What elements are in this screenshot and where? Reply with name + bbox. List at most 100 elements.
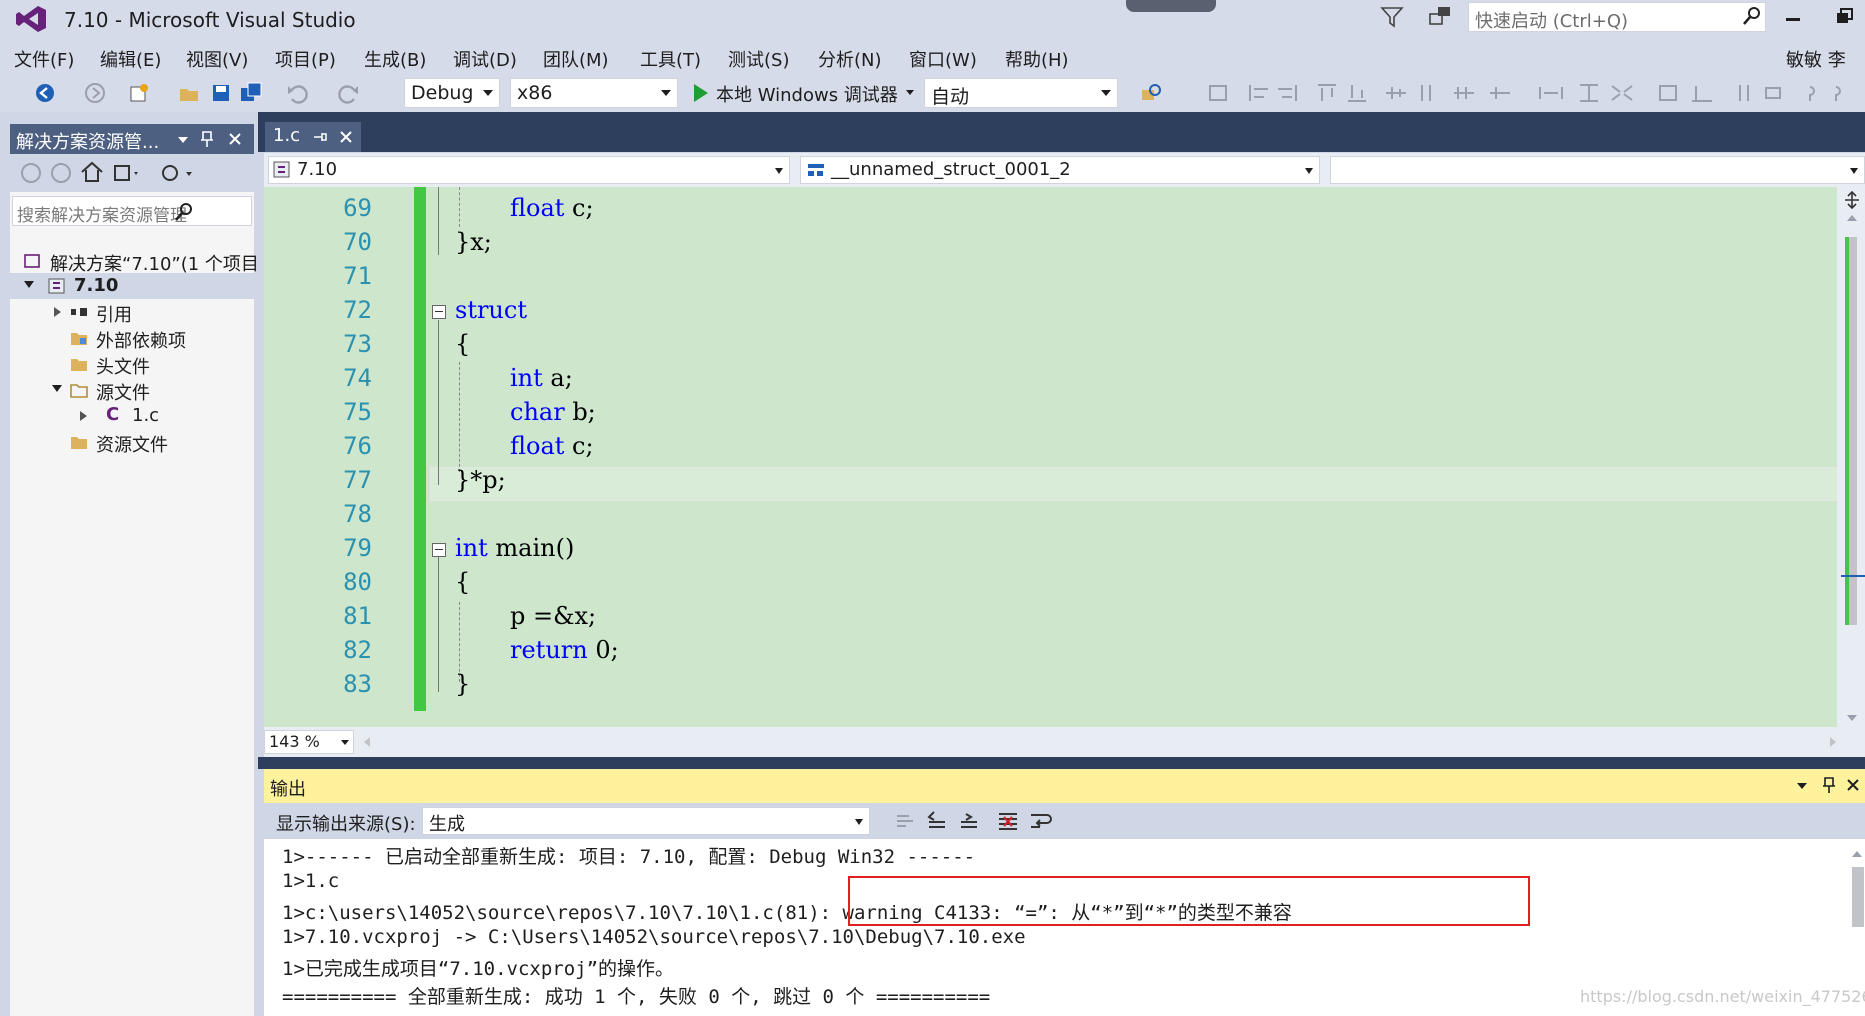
outline-line [438,187,439,255]
minimize-button[interactable] [1786,18,1800,21]
collapse-region-icon[interactable] [432,305,446,319]
close-icon[interactable] [1846,778,1860,792]
chevron-right-icon[interactable] [80,411,87,421]
outline-line [438,557,439,692]
code-text: b; [564,398,596,426]
tree-item-solution[interactable]: 解决方案“7.10”(1 个项目 [10,248,259,275]
menu-team[interactable]: 团队(M) [543,46,609,72]
output-source-select[interactable]: 生成 [422,807,870,835]
menu-view[interactable]: 视图(V) [186,46,248,72]
chevron-down-icon[interactable] [1797,783,1807,789]
scroll-thumb[interactable] [1852,867,1864,927]
chevron-right-icon[interactable] [54,307,61,317]
keyword: int [510,364,543,392]
solution-configuration-select[interactable]: Debug [404,78,500,108]
pin-icon[interactable] [1822,777,1836,793]
editor-vertical-scrollbar[interactable] [1837,187,1865,727]
tree-item-source-files[interactable]: 源文件 [10,377,254,404]
split-window-icon[interactable] [1843,191,1861,209]
tree-item-references[interactable]: 引用 [10,299,254,326]
play-icon[interactable] [690,82,712,104]
redo-icon[interactable] [338,82,360,104]
search-icon[interactable] [174,202,194,222]
search-icon[interactable] [1742,6,1762,26]
menu-test[interactable]: 测试(S) [728,46,789,72]
keyword: float [510,432,565,460]
next-message-icon[interactable] [958,810,980,832]
scroll-down-icon[interactable] [1847,715,1857,721]
chevron-down-icon[interactable] [178,137,188,143]
menu-build[interactable]: 生成(B) [364,46,426,72]
menu-project[interactable]: 项目(P) [275,46,336,72]
menu-help[interactable]: 帮助(H) [1005,46,1069,72]
clear-all-icon[interactable] [996,809,1020,833]
tree-item-external-dependencies[interactable]: 外部依赖项 [10,325,254,352]
find-message-icon[interactable] [894,810,916,832]
close-icon[interactable] [339,130,353,144]
chevron-down-icon[interactable] [906,90,914,95]
menu-window[interactable]: 窗口(W) [909,46,977,72]
layout-toolbar-icons[interactable] [1200,82,1850,104]
forward-icon[interactable] [50,162,72,184]
code-editor[interactable] [264,187,1837,727]
menu-tools[interactable]: 工具(T) [640,46,701,72]
menu-analyze[interactable]: 分析(N) [818,46,882,72]
save-all-icon[interactable] [240,82,262,104]
pin-icon[interactable] [200,131,214,147]
collapse-region-icon[interactable] [432,543,446,557]
menu-debug[interactable]: 调试(D) [453,46,517,72]
member-dropdown[interactable] [1330,156,1865,184]
menu-edit[interactable]: 编辑(E) [100,46,161,72]
pending-changes-filter-icon[interactable] [158,160,198,184]
back-icon[interactable] [34,82,56,104]
navigation-bar: 7.10 __unnamed_struct_0001_2 [264,153,1865,187]
zoom-level-select[interactable]: 143 % [264,730,354,754]
new-project-icon[interactable] [128,82,150,104]
panel-splitter[interactable] [258,757,1865,769]
tree-item-1c[interactable]: C 1.c [10,403,254,429]
back-icon[interactable] [20,162,42,184]
chevron-down-icon[interactable] [52,385,62,392]
code-text: } [455,670,471,698]
scroll-up-icon[interactable] [1852,851,1862,857]
output-title: 输出 [270,779,306,800]
tree-item-project[interactable]: 7.10 [10,273,254,299]
previous-message-icon[interactable] [926,810,948,832]
tree-item-header-files[interactable]: 头文件 [10,351,254,378]
project-dropdown[interactable]: 7.10 [268,156,790,184]
scope-dropdown[interactable]: __unnamed_struct_0001_2 [800,156,1320,184]
undo-icon[interactable] [286,82,308,104]
code-line: float c; [510,194,594,222]
forward-icon[interactable] [84,82,106,104]
keyword: return [510,636,588,664]
solution-mode-select[interactable]: 自动 [924,78,1118,108]
code-text: p =&x; [510,602,597,630]
scroll-left-icon[interactable] [364,737,370,747]
pin-icon[interactable] [313,130,327,144]
scroll-up-icon[interactable] [1847,215,1857,221]
open-file-icon[interactable] [178,82,200,104]
home-icon[interactable] [80,160,104,184]
solution-platform-select[interactable]: x86 [510,78,678,108]
close-icon[interactable] [228,132,242,146]
tab-1c[interactable]: 1.c [265,122,361,152]
filter-icon[interactable] [1380,6,1404,28]
find-in-files-icon[interactable] [1140,82,1162,104]
code-text: }*p; [455,466,506,494]
chevron-down-icon[interactable] [24,281,34,288]
switch-views-icon[interactable] [112,160,142,184]
restore-button[interactable] [1836,8,1854,24]
feedback-icon[interactable] [1428,4,1454,28]
menu-file[interactable]: 文件(F) [14,46,74,72]
scroll-right-icon[interactable] [1830,737,1836,747]
editor-horizontal-scrollbar[interactable] [264,727,1865,757]
toggle-word-wrap-icon[interactable] [1028,809,1052,833]
start-debugger-button[interactable]: 本地 Windows 调试器 [716,81,898,107]
save-icon[interactable] [210,82,232,104]
solution-search-input[interactable]: 搜索解决方案资源管理 [12,196,252,226]
tree-item-label: 1.c [132,405,160,426]
tree-item-resource-files[interactable]: 资源文件 [10,429,254,456]
user-account[interactable]: 敏敏 李 [1786,46,1846,72]
quick-launch-input[interactable]: 快速启动 (Ctrl+Q) [1468,2,1766,32]
c-project-icon [273,161,290,178]
